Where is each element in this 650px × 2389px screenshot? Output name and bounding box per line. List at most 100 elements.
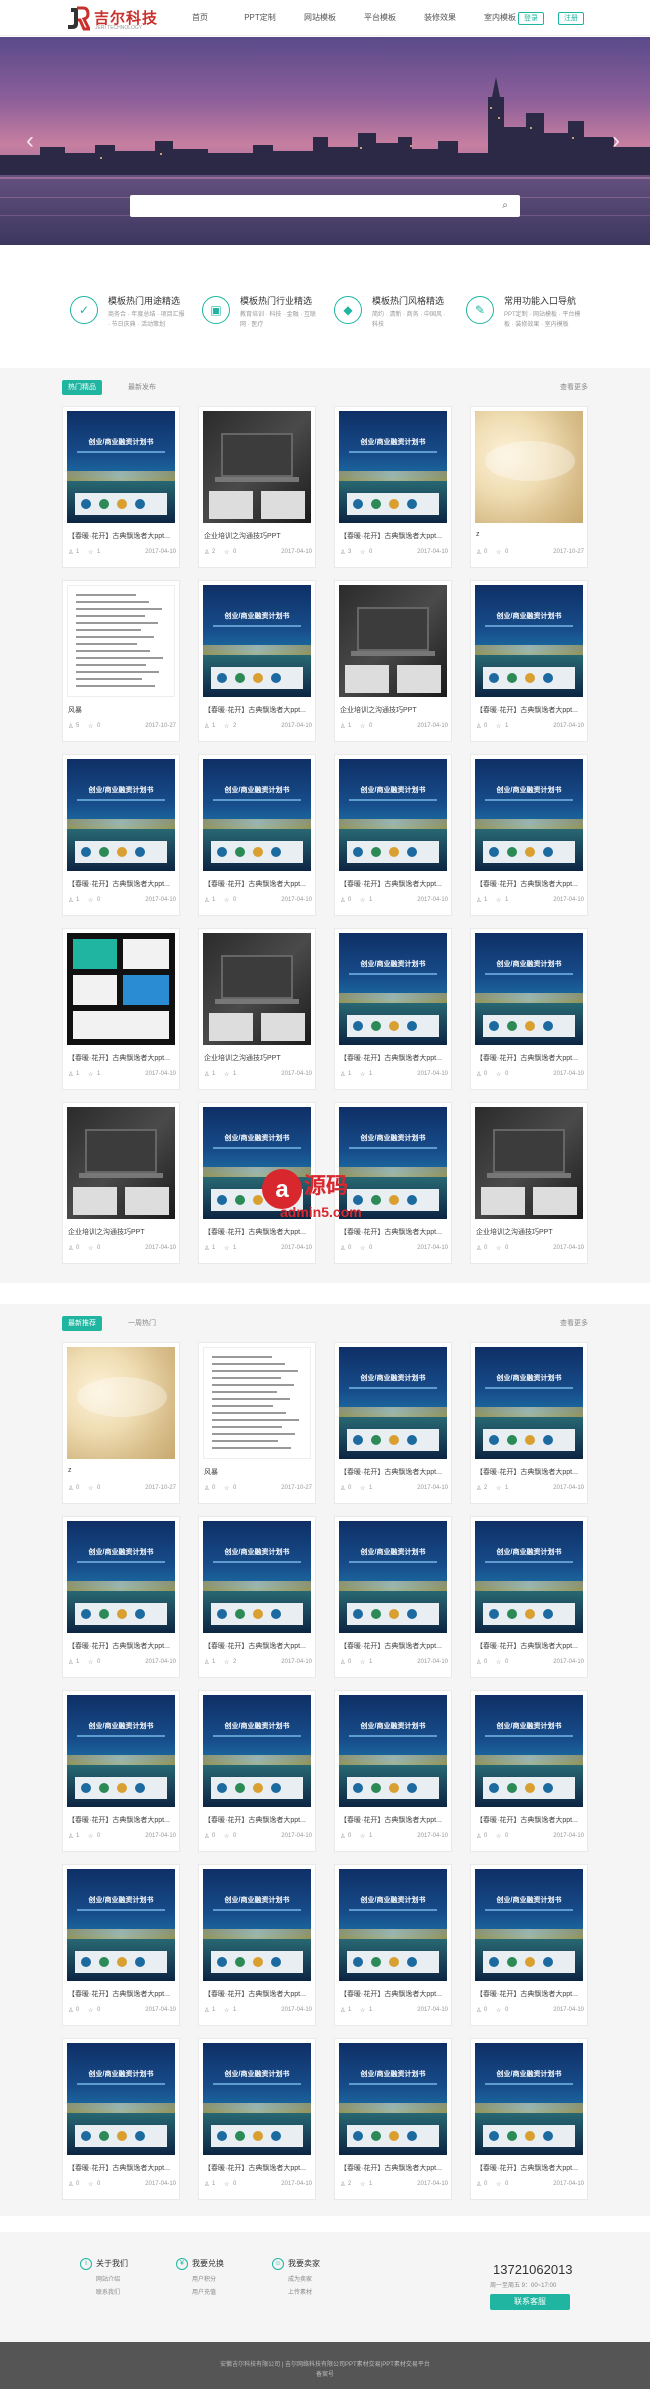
card-title[interactable]: 企业培训之沟通技巧PPT — [68, 1227, 176, 1237]
card-title[interactable]: 【春暖·花开】古典飘逸者大ppt... — [476, 2163, 584, 2173]
tab-hot[interactable]: 热门精品 — [62, 380, 102, 395]
card-title[interactable]: 【春暖·花开】古典飘逸者大ppt... — [340, 531, 448, 541]
product-card[interactable]: 企业培训之沟通技巧PPT ♙ 0 ☆ 0 2017-04-10 — [470, 1102, 588, 1264]
card-title[interactable]: 【春暖·花开】古典飘逸者大ppt... — [68, 879, 176, 889]
tab-weekly-hot[interactable]: 一周热门 — [128, 1316, 156, 1331]
card-title[interactable]: 【春暖·花开】古典飘逸者大ppt... — [476, 1815, 584, 1825]
feature-shortcuts[interactable]: ✎ 常用功能入口导航 PPT定制 · 网站模板 · 平台模板 · 装修效果 · … — [458, 288, 590, 344]
logo[interactable]: 吉尔科技 JERI TECHNOLOGY — [62, 4, 172, 32]
product-card[interactable]: z ♙ 0 ☆ 0 2017-10-27 — [62, 1342, 180, 1504]
feature-usage[interactable]: ✓ 模板热门用途精选 商务合 · 年度总结 · 项目汇报 · 节日庆典 · 活动… — [62, 288, 194, 344]
footer-link[interactable]: 网站介绍 — [80, 2274, 128, 2283]
product-card[interactable]: 企业培训之沟通技巧PPT ♙ 1 ☆ 0 2017-04-10 — [334, 580, 452, 742]
banner-prev-arrow-icon[interactable]: ‹ — [20, 119, 40, 163]
product-card[interactable]: 创业/商业融资计划书 【春暖·花开】古典飘逸者大ppt... ♙ 1 ☆ 1 2017-04… — [198, 1864, 316, 2026]
card-title[interactable]: 【春暖·花开】古典飘逸者大ppt... — [340, 1467, 448, 1477]
product-card[interactable]: 创业/商业融资计划书 【春暖·花开】古典飘逸者大ppt... ♙ 1 ☆ 0 2017-04… — [198, 754, 316, 916]
product-card[interactable]: 企业培训之沟通技巧PPT ♙ 1 ☆ 1 2017-04-10 — [198, 928, 316, 1090]
product-card[interactable]: 创业/商业融资计划书 【春暖·花开】古典飘逸者大ppt... ♙ 0 ☆ 1 2017-04… — [334, 754, 452, 916]
card-title[interactable]: 【春暖·花开】古典飘逸者大ppt... — [476, 1989, 584, 1999]
card-title[interactable]: 【春暖·花开】古典飘逸者大ppt... — [340, 1053, 448, 1063]
search-input[interactable] — [130, 195, 490, 217]
product-card[interactable]: 创业/商业融资计划书 【春暖·花开】古典飘逸者大ppt... ♙ 1 ☆ 0 2017-04… — [62, 754, 180, 916]
search-icon[interactable]: ⌕ — [490, 195, 520, 217]
card-title[interactable]: 【春暖·花开】古典飘逸者大ppt... — [476, 1053, 584, 1063]
footer-link[interactable]: 成为卖家 — [272, 2274, 320, 2283]
product-card[interactable]: 创业/商业融资计划书 【春暖·花开】古典飘逸者大ppt... ♙ 0 ☆ 0 2017-04… — [470, 928, 588, 1090]
product-card[interactable]: 风暴 ♙ 5 ☆ 0 2017-10-27 — [62, 580, 180, 742]
card-title[interactable]: 【春暖·花开】古典飘逸者大ppt... — [68, 1053, 176, 1063]
card-title[interactable]: 【春暖·花开】古典飘逸者大ppt... — [204, 1227, 312, 1237]
tab-latest[interactable]: 最新发布 — [128, 380, 156, 395]
footer-link[interactable]: 联系我们 — [80, 2287, 128, 2296]
product-card[interactable]: 创业/商业融资计划书 【春暖·花开】古典飘逸者大ppt... ♙ 0 ☆ 1 2017-04… — [334, 1516, 452, 1678]
product-card[interactable]: 创业/商业融资计划书 【春暖·花开】古典飘逸者大ppt... ♙ 0 ☆ 0 2017-04… — [470, 1864, 588, 2026]
card-title[interactable]: 风暴 — [68, 705, 176, 715]
footer-link[interactable]: 用户积分 — [176, 2274, 224, 2283]
login-button[interactable]: 登录 — [518, 12, 544, 25]
footer-link[interactable]: 上传素材 — [272, 2287, 320, 2296]
product-card[interactable]: 创业/商业融资计划书 【春暖·花开】古典飘逸者大ppt... ♙ 0 ☆ 0 2017-04… — [62, 2038, 180, 2200]
product-card[interactable]: 创业/商业融资计划书 【春暖·花开】古典飘逸者大ppt... ♙ 0 ☆ 0 2017-04… — [470, 2038, 588, 2200]
card-title[interactable]: 【春暖·花开】古典飘逸者大ppt... — [68, 1641, 176, 1651]
card-title[interactable]: 【春暖·花开】古典飘逸者大ppt... — [68, 531, 176, 541]
card-title[interactable]: 【春暖·花开】古典飘逸者大ppt... — [68, 1815, 176, 1825]
card-title[interactable]: 【春暖·花开】古典飘逸者大ppt... — [476, 879, 584, 889]
card-title[interactable]: 【春暖·花开】古典飘逸者大ppt... — [204, 1815, 312, 1825]
nav-item-decoration[interactable]: 装修效果 — [410, 0, 470, 36]
product-card[interactable]: 创业/商业融资计划书 【春暖·花开】古典飘逸者大ppt... ♙ 2 ☆ 1 2017-04… — [470, 1342, 588, 1504]
product-card[interactable]: 创业/商业融资计划书 【春暖·花开】古典飘逸者大ppt... ♙ 0 ☆ 0 2017-04… — [62, 1864, 180, 2026]
register-button[interactable]: 注册 — [558, 12, 584, 25]
card-title[interactable]: 【春暖·花开】古典飘逸者大ppt... — [68, 2163, 176, 2173]
product-card[interactable]: 风暴 ♙ 0 ☆ 0 2017-10-27 — [198, 1342, 316, 1504]
card-title[interactable]: 【春暖·花开】古典飘逸者大ppt... — [340, 2163, 448, 2173]
card-title[interactable]: 【春暖·花开】古典飘逸者大ppt... — [204, 705, 312, 715]
product-card[interactable]: 创业/商业融资计划书 【春暖·花开】古典飘逸者大ppt... ♙ 1 ☆ 1 2017-04… — [334, 928, 452, 1090]
card-title[interactable]: 企业培训之沟通技巧PPT — [204, 1053, 312, 1063]
card-title[interactable]: z — [68, 1467, 176, 1474]
product-card[interactable]: 创业/商业融资计划书 【春暖·花开】古典飘逸者大ppt... ♙ 1 ☆ 0 2017-04… — [62, 1516, 180, 1678]
product-card[interactable]: 创业/商业融资计划书 【春暖·花开】古典飘逸者大ppt... ♙ 1 ☆ 1 2017-04… — [470, 754, 588, 916]
feature-industry[interactable]: ▣ 模板热门行业精选 教育培训 · 科技 · 金融 · 互联网 · 医疗 — [194, 288, 326, 344]
product-card[interactable]: 创业/商业融资计划书 【春暖·花开】古典飘逸者大ppt... ♙ 0 ☆ 1 2017-04… — [470, 580, 588, 742]
nav-item-site-templates[interactable]: 网站模板 — [290, 0, 350, 36]
card-title[interactable]: 【春暖·花开】古典飘逸者大ppt... — [204, 1641, 312, 1651]
product-card[interactable]: 创业/商业融资计划书 【春暖·花开】古典飘逸者大ppt... ♙ 2 ☆ 1 2017-04… — [334, 2038, 452, 2200]
card-title[interactable]: 【春暖·花开】古典飘逸者大ppt... — [476, 1467, 584, 1477]
product-card[interactable]: 【春暖·花开】古典飘逸者大ppt... ♙ 1 ☆ 1 2017-04-10 — [62, 928, 180, 1090]
product-card[interactable]: 创业/商业融资计划书 【春暖·花开】古典飘逸者大ppt... ♙ 1 ☆ 2 2017-04… — [198, 580, 316, 742]
view-more-link[interactable]: 查看更多 — [560, 380, 588, 395]
card-title[interactable]: 【春暖·花开】古典飘逸者大ppt... — [204, 1989, 312, 1999]
contact-service-button[interactable]: 联系客服 — [490, 2294, 570, 2310]
product-card[interactable]: 创业/商业融资计划书 【春暖·花开】古典飘逸者大ppt... ♙ 1 ☆ 1 2017-04… — [62, 406, 180, 568]
card-title[interactable]: 【春暖·花开】古典飘逸者大ppt... — [204, 879, 312, 889]
product-card[interactable]: 创业/商业融资计划书 【春暖·花开】古典飘逸者大ppt... ♙ 0 ☆ 0 2017-04… — [470, 1690, 588, 1852]
product-card[interactable]: 创业/商业融资计划书 【春暖·花开】古典飘逸者大ppt... ♙ 0 ☆ 0 2017-04… — [470, 1516, 588, 1678]
product-card[interactable]: 企业培训之沟通技巧PPT ♙ 0 ☆ 0 2017-04-10 — [62, 1102, 180, 1264]
card-title[interactable]: 风暴 — [204, 1467, 312, 1477]
product-card[interactable]: 创业/商业融资计划书 【春暖·花开】古典飘逸者大ppt... ♙ 1 ☆ 1 2017-04… — [334, 1864, 452, 2026]
card-title[interactable]: 【春暖·花开】古典飘逸者大ppt... — [204, 2163, 312, 2173]
product-card[interactable]: 创业/商业融资计划书 【春暖·花开】古典飘逸者大ppt... ♙ 0 ☆ 1 2017-04… — [334, 1342, 452, 1504]
product-card[interactable]: 创业/商业融资计划书 【春暖·花开】古典飘逸者大ppt... ♙ 0 ☆ 1 2017-04… — [334, 1690, 452, 1852]
footer-link[interactable]: 用户充值 — [176, 2287, 224, 2296]
nav-item-home[interactable]: 首页 — [170, 0, 230, 36]
product-card[interactable]: 创业/商业融资计划书 【春暖·花开】古典飘逸者大ppt... ♙ 3 ☆ 0 2017-04… — [334, 406, 452, 568]
view-more-link[interactable]: 查看更多 — [560, 1316, 588, 1331]
banner-next-arrow-icon[interactable]: › — [606, 119, 626, 163]
card-title[interactable]: 【春暖·花开】古典飘逸者大ppt... — [340, 1815, 448, 1825]
product-card[interactable]: 创业/商业融资计划书 【春暖·花开】古典飘逸者大ppt... ♙ 1 ☆ 2 2017-04… — [198, 1516, 316, 1678]
feature-style[interactable]: ◆ 模板热门风格精选 简约 · 清新 · 商务 · 中国风 · 科技 — [326, 288, 458, 344]
card-title[interactable]: 【春暖·花开】古典飘逸者大ppt... — [476, 1641, 584, 1651]
card-title[interactable]: 企业培训之沟通技巧PPT — [476, 1227, 584, 1237]
nav-item-ppt-custom[interactable]: PPT定制 — [230, 0, 290, 36]
nav-item-platform-templates[interactable]: 平台模板 — [350, 0, 410, 36]
card-title[interactable]: 企业培训之沟通技巧PPT — [204, 531, 312, 541]
card-title[interactable]: 【春暖·花开】古典飘逸者大ppt... — [340, 1227, 448, 1237]
tab-recommended[interactable]: 最新推荐 — [62, 1316, 102, 1331]
product-card[interactable]: 创业/商业融资计划书 【春暖·花开】古典飘逸者大ppt... ♙ 1 ☆ 0 2017-04… — [62, 1690, 180, 1852]
card-title[interactable]: 【春暖·花开】古典飘逸者大ppt... — [340, 1989, 448, 1999]
product-card[interactable]: 企业培训之沟通技巧PPT ♙ 2 ☆ 0 2017-04-10 — [198, 406, 316, 568]
card-title[interactable]: 【春暖·花开】古典飘逸者大ppt... — [340, 1641, 448, 1651]
product-card[interactable]: 创业/商业融资计划书 【春暖·花开】古典飘逸者大ppt... ♙ 0 ☆ 0 2017-04… — [198, 1690, 316, 1852]
